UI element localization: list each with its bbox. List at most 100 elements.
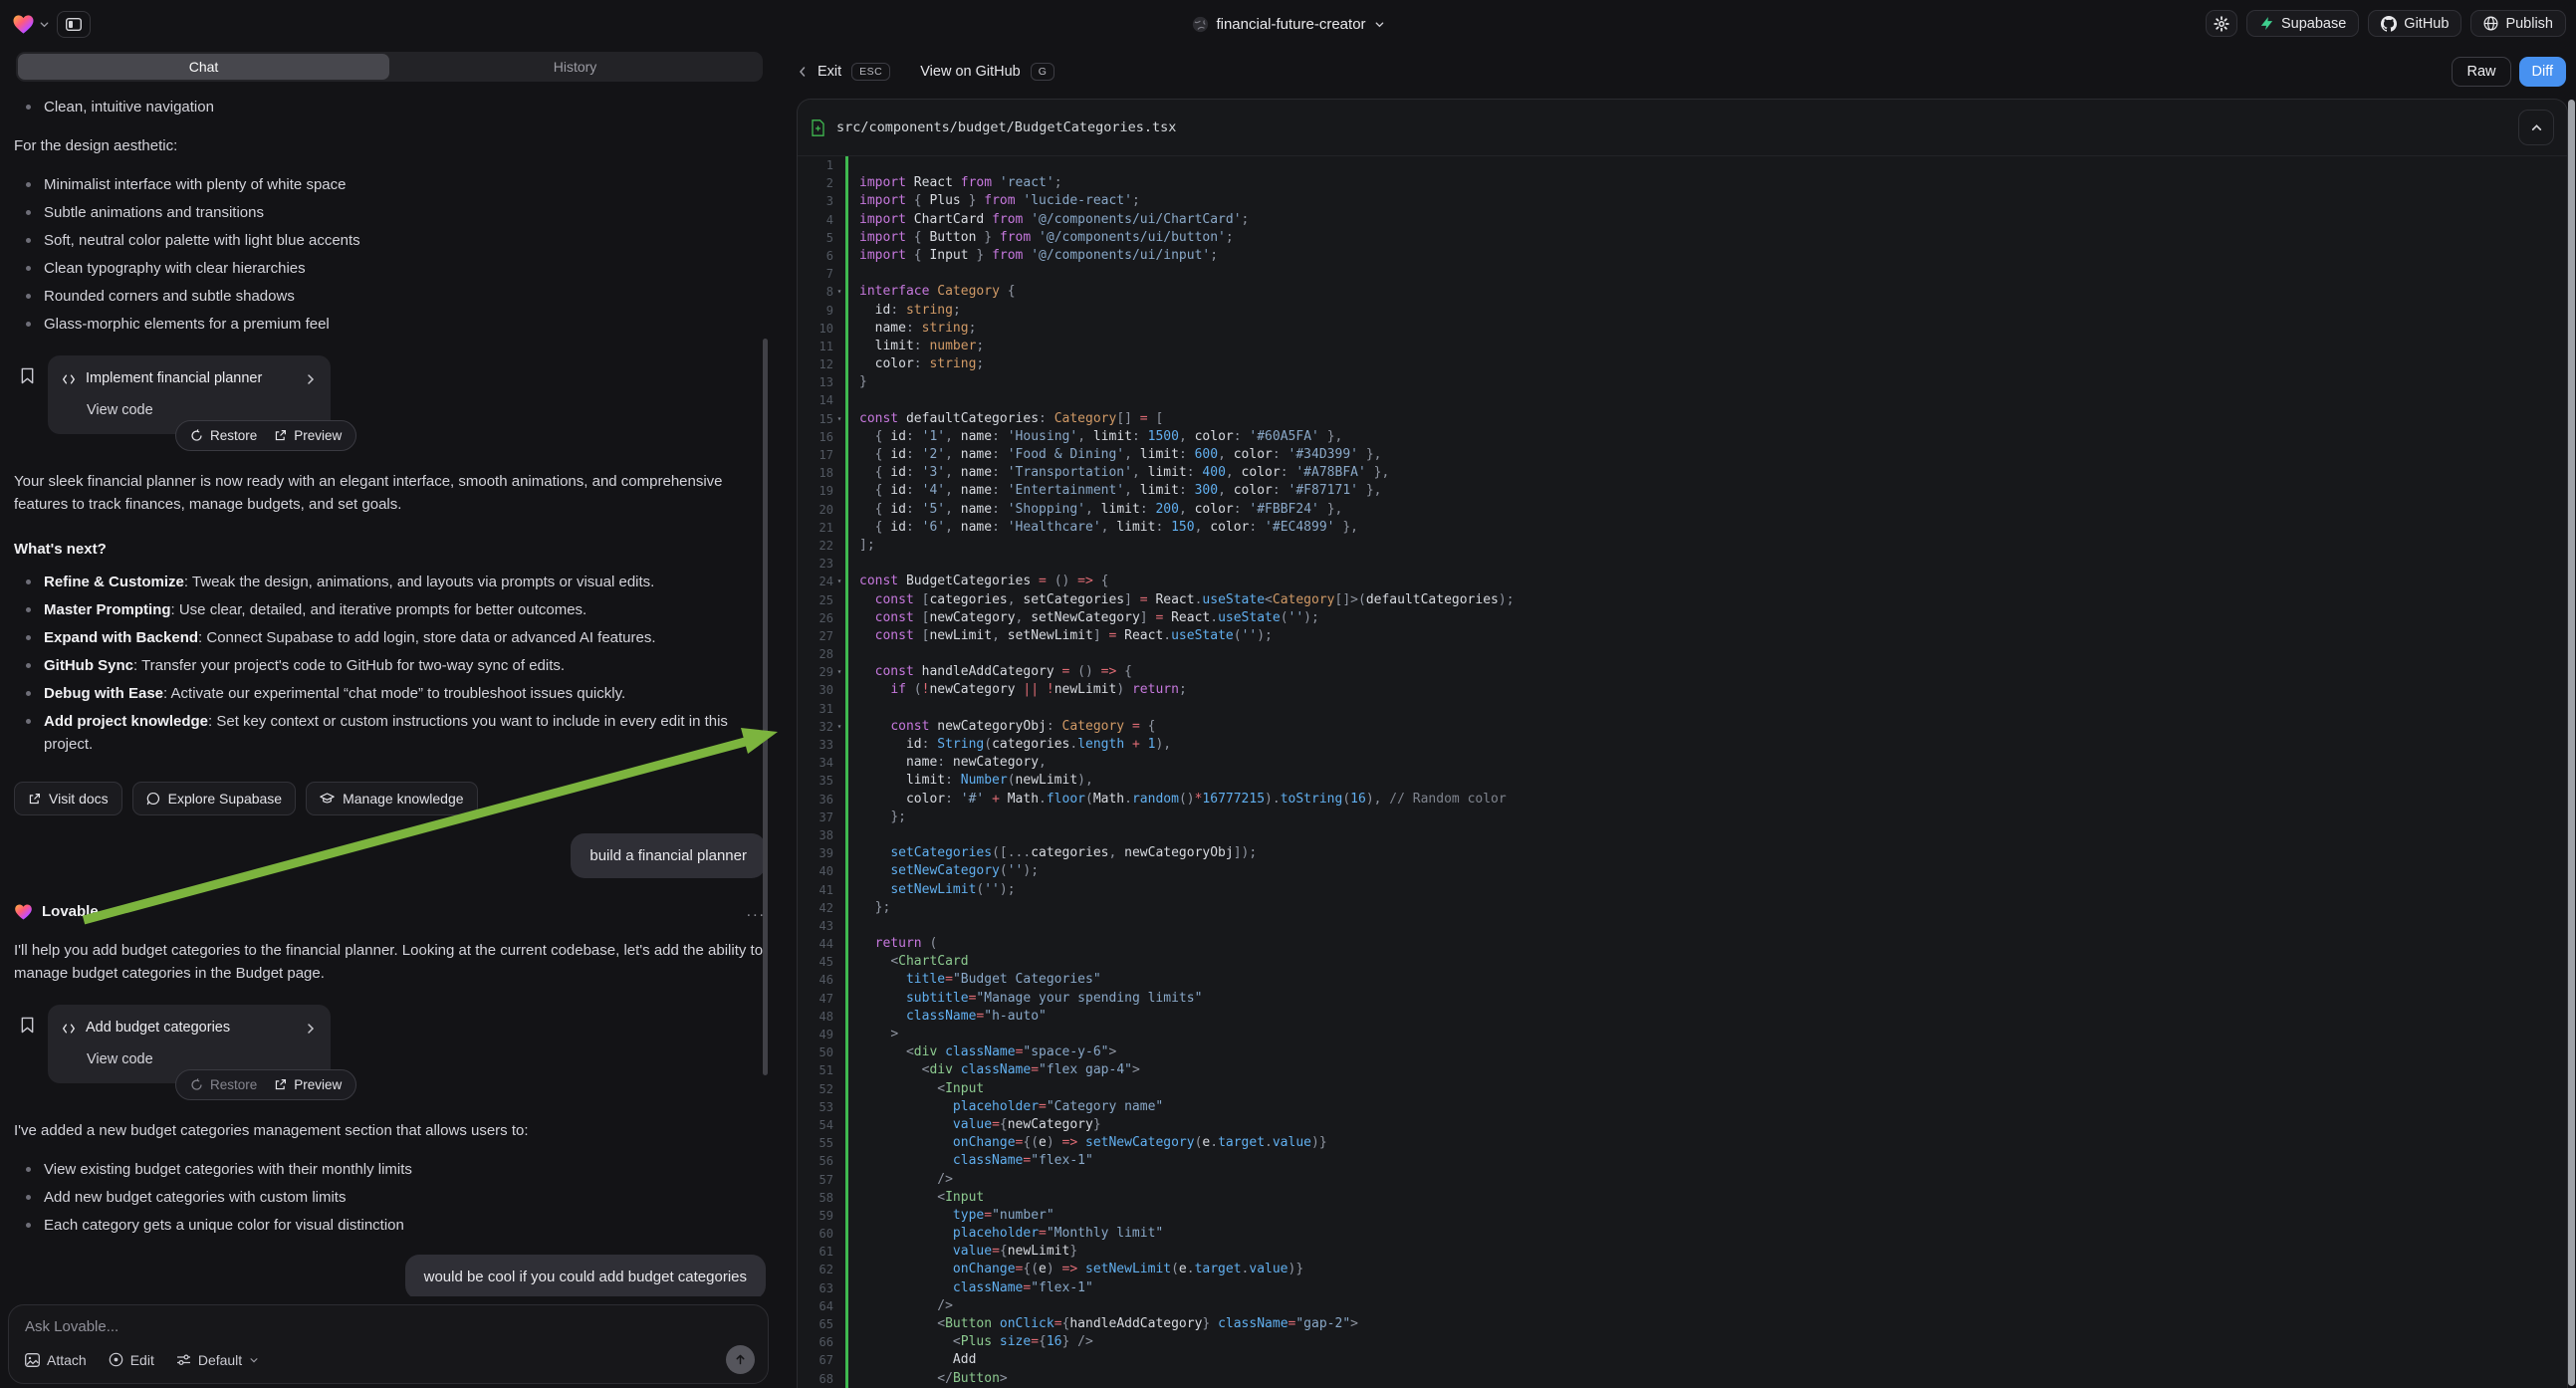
list-item: Each category gets a unique color for vi… bbox=[14, 1214, 766, 1237]
fold-chevron-icon[interactable]: ▾ bbox=[833, 718, 845, 736]
preview-button[interactable]: Preview bbox=[274, 424, 342, 447]
code-line: 39 setCategories([...categories, newCate… bbox=[798, 844, 2567, 862]
toggle-sidebar-button[interactable] bbox=[57, 11, 91, 38]
version-card[interactable]: Add budget categoriesView codeRestorePre… bbox=[48, 1005, 331, 1083]
line-number: 15▾ bbox=[798, 410, 845, 428]
chat-scrollbar[interactable] bbox=[763, 339, 768, 1075]
edit-mode-button[interactable]: Edit bbox=[109, 1352, 154, 1368]
assistant-header: Lovable... bbox=[14, 900, 766, 923]
chip-visit-docs[interactable]: Visit docs bbox=[14, 782, 122, 815]
github-button[interactable]: GitHub bbox=[2368, 10, 2461, 37]
line-number: 11 bbox=[798, 338, 845, 355]
bookmark-icon[interactable] bbox=[20, 1017, 35, 1083]
line-number: 60 bbox=[798, 1225, 845, 1243]
lovable-heart-icon bbox=[12, 14, 35, 35]
view-on-github-button[interactable]: View on GitHub bbox=[920, 64, 1020, 80]
line-number: 67 bbox=[798, 1351, 845, 1369]
diff-toggle-button[interactable]: Diff bbox=[2519, 57, 2567, 87]
code-line: 22]; bbox=[798, 537, 2567, 555]
line-number: 59 bbox=[798, 1207, 845, 1225]
assistant-paragraph: For the design aesthetic: bbox=[14, 134, 766, 157]
code-line: 23 bbox=[798, 555, 2567, 573]
restore-button[interactable]: Restore bbox=[190, 1073, 257, 1096]
line-number: 51 bbox=[798, 1061, 845, 1079]
project-name: financial-future-creator bbox=[1216, 16, 1365, 33]
view-code-link[interactable]: View code bbox=[62, 399, 317, 422]
project-switcher[interactable]: financial-future-creator bbox=[1191, 0, 1384, 48]
composer-placeholder: Ask Lovable... bbox=[25, 1318, 752, 1335]
line-number: 41 bbox=[798, 881, 845, 899]
file-header[interactable]: src/components/budget/BudgetCategories.t… bbox=[798, 100, 2567, 156]
list-item: Expand with Backend: Connect Supabase to… bbox=[14, 626, 766, 649]
github-icon bbox=[2381, 16, 2397, 32]
line-number: 49 bbox=[798, 1026, 845, 1043]
code-line: 24▾const BudgetCategories = () => { bbox=[798, 573, 2567, 590]
preview-button[interactable]: Preview bbox=[274, 1073, 342, 1096]
mode-label: Default bbox=[198, 1352, 242, 1368]
code-line: 34 name: newCategory, bbox=[798, 754, 2567, 772]
line-number: 63 bbox=[798, 1279, 845, 1297]
tab-history[interactable]: History bbox=[389, 54, 761, 80]
model-selector[interactable]: Default bbox=[176, 1352, 259, 1368]
user-message-bubble: build a financial planner bbox=[571, 833, 766, 878]
fold-chevron-icon[interactable]: ▾ bbox=[833, 410, 845, 428]
supabase-button[interactable]: Supabase bbox=[2246, 10, 2359, 37]
lovable-app: financial-future-creator Supabase bbox=[0, 0, 2576, 1388]
supabase-icon bbox=[2259, 16, 2274, 31]
line-number: 20 bbox=[798, 501, 845, 519]
code-line: 26 const [newCategory, setNewCategory] =… bbox=[798, 609, 2567, 627]
line-number: 22 bbox=[798, 537, 845, 555]
chip-explore-supabase[interactable]: Explore Supabase bbox=[132, 782, 296, 815]
tab-chat[interactable]: Chat bbox=[18, 54, 389, 80]
publish-button[interactable]: Publish bbox=[2470, 10, 2566, 37]
line-number: 3 bbox=[798, 192, 845, 210]
lovable-logo-menu[interactable] bbox=[12, 14, 50, 35]
code-line: 42 }; bbox=[798, 899, 2567, 917]
version-card[interactable]: Implement financial plannerView codeRest… bbox=[48, 355, 331, 434]
line-number: 55 bbox=[798, 1134, 845, 1152]
line-number: 34 bbox=[798, 754, 845, 772]
exit-button[interactable]: Exit bbox=[818, 64, 841, 80]
collapse-file-button[interactable] bbox=[2518, 110, 2554, 145]
line-number: 45 bbox=[798, 953, 845, 971]
fold-chevron-icon[interactable]: ▾ bbox=[833, 283, 845, 301]
assistant-bullet-list: Clean, intuitive navigation bbox=[14, 96, 766, 118]
chevron-down-icon bbox=[249, 1355, 259, 1365]
fold-chevron-icon[interactable]: ▾ bbox=[833, 663, 845, 681]
line-number: 56 bbox=[798, 1152, 845, 1170]
assistant-bullet-list: Minimalist interface with plenty of whit… bbox=[14, 173, 766, 336]
code-line: 25 const [categories, setCategories] = R… bbox=[798, 591, 2567, 609]
code-editor[interactable]: 1 2import React from 'react';3import { P… bbox=[798, 156, 2567, 1388]
fold-chevron-icon[interactable]: ▾ bbox=[833, 573, 845, 590]
settings-button[interactable] bbox=[2206, 10, 2237, 37]
restore-button[interactable]: Restore bbox=[190, 424, 257, 447]
assistant-heading: What's next? bbox=[14, 538, 766, 561]
bookmark-icon[interactable] bbox=[20, 367, 35, 434]
chip-manage-knowledge[interactable]: Manage knowledge bbox=[306, 782, 477, 815]
view-code-link[interactable]: View code bbox=[62, 1048, 317, 1071]
attach-button[interactable]: Attach bbox=[25, 1352, 87, 1368]
attach-label: Attach bbox=[47, 1352, 87, 1368]
code-line: 21 { id: '6', name: 'Healthcare', limit:… bbox=[798, 519, 2567, 537]
line-number: 32▾ bbox=[798, 718, 845, 736]
chat-bubble-icon bbox=[146, 792, 160, 806]
line-number: 31 bbox=[798, 700, 845, 718]
chevron-right-icon bbox=[305, 1023, 317, 1035]
assistant-paragraph: I'll help you add budget categories to t… bbox=[14, 939, 766, 985]
code-line: 32▾ const newCategoryObj: Category = { bbox=[798, 718, 2567, 736]
code-line: 37 }; bbox=[798, 809, 2567, 826]
code-panel-scrollbar[interactable] bbox=[2568, 100, 2575, 1386]
chat-composer[interactable]: Ask Lovable... Attach Edit Default bbox=[8, 1304, 769, 1384]
code-line: 52 <Input bbox=[798, 1080, 2567, 1098]
code-line: 67 Add bbox=[798, 1351, 2567, 1369]
line-number: 43 bbox=[798, 917, 845, 935]
line-number: 52 bbox=[798, 1080, 845, 1098]
list-item: Subtle animations and transitions bbox=[14, 201, 766, 224]
line-number: 61 bbox=[798, 1243, 845, 1261]
line-number: 5 bbox=[798, 229, 845, 247]
send-button[interactable] bbox=[726, 1345, 755, 1374]
code-line: 27 const [newLimit, setNewLimit] = React… bbox=[798, 627, 2567, 645]
code-line: 35 limit: Number(newLimit), bbox=[798, 772, 2567, 790]
line-number: 53 bbox=[798, 1098, 845, 1116]
raw-toggle-button[interactable]: Raw bbox=[2452, 57, 2510, 87]
